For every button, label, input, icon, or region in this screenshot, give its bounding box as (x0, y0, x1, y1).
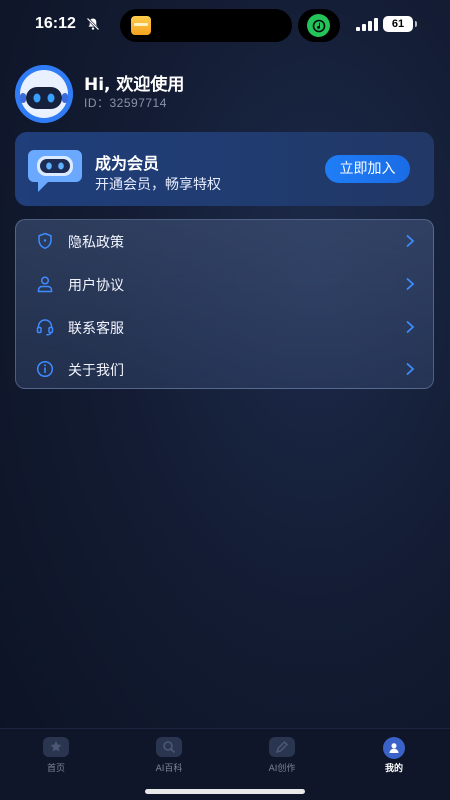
battery-icon: 61 (383, 16, 417, 32)
search-icon (156, 737, 182, 757)
tab-label: AI创作 (268, 764, 296, 774)
music-activity[interactable] (298, 9, 340, 42)
tab-label: AI百科 (155, 764, 183, 774)
settings-menu: 隐私政策 用户协议 联系客服 关于我们 (15, 219, 434, 389)
menu-item-contact-support[interactable]: 联系客服 (16, 306, 435, 348)
chevron-right-icon (406, 277, 415, 291)
dynamic-island[interactable] (120, 9, 292, 42)
tab-home[interactable]: 首页 (16, 735, 96, 775)
membership-card[interactable]: 成为会员 开通会员，畅享特权 立即加入 (15, 132, 434, 206)
tab-label: 首页 (46, 764, 65, 774)
member-title: 成为会员 (95, 154, 160, 173)
chevron-right-icon (406, 234, 415, 248)
robot-chat-icon (28, 150, 82, 192)
robot-avatar-icon (15, 65, 73, 123)
home-indicator[interactable] (145, 789, 305, 794)
bell-slash-icon (86, 17, 100, 31)
greeting-text: Hi, 欢迎使用 (84, 75, 185, 95)
chevron-right-icon (406, 320, 415, 334)
info-icon (36, 360, 54, 378)
status-time: 16:12 (35, 15, 76, 32)
menu-item-label: 联系客服 (68, 321, 124, 337)
menu-item-label: 隐私政策 (68, 235, 124, 251)
headset-icon (36, 319, 54, 336)
avatar[interactable] (15, 65, 73, 123)
profile-icon (383, 737, 405, 759)
tab-label: 我的 (384, 764, 403, 774)
join-now-button[interactable]: 立即加入 (325, 155, 410, 183)
chevron-right-icon (406, 362, 415, 376)
member-subtitle: 开通会员，畅享特权 (95, 177, 221, 193)
menu-item-privacy-policy[interactable]: 隐私政策 (16, 220, 435, 262)
shield-icon (38, 232, 52, 250)
user-icon (37, 276, 53, 293)
status-bar: 16:12 61 (0, 0, 450, 50)
home-icon (43, 737, 69, 757)
menu-item-label: 用户协议 (68, 278, 124, 294)
pen-icon (269, 737, 295, 757)
tab-ai-creation[interactable]: AI创作 (242, 735, 322, 775)
app-activity-icon (131, 16, 151, 35)
menu-item-about-us[interactable]: 关于我们 (16, 348, 435, 390)
signal-icon (356, 18, 378, 31)
menu-item-user-agreement[interactable]: 用户协议 (16, 263, 435, 305)
tab-mine[interactable]: 我的 (354, 735, 434, 775)
user-id: ID：32597714 (84, 96, 167, 110)
tab-ai-encyclopedia[interactable]: AI百科 (129, 735, 209, 775)
menu-item-label: 关于我们 (68, 363, 124, 379)
music-icon (307, 14, 330, 37)
